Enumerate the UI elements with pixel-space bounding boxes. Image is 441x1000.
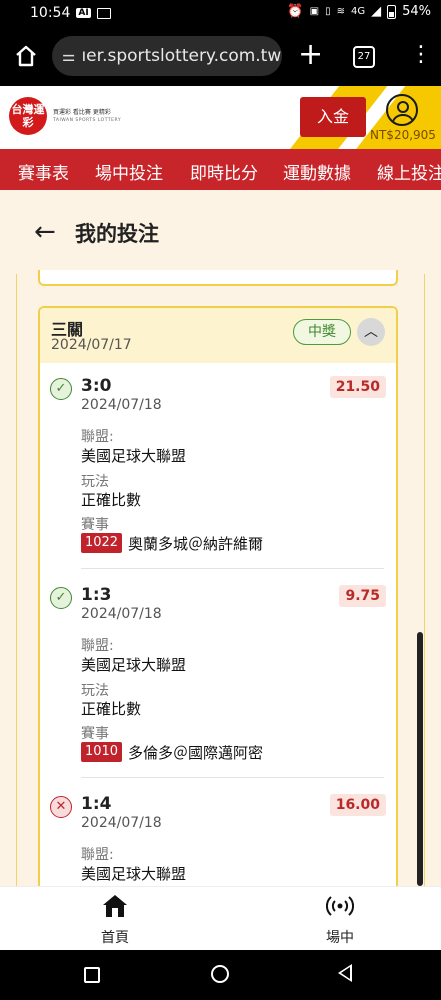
site-header: 台灣運彩 買運彩 看比賽 更精彩 TAIWAN SPORTS LOTTERY 入… [0,86,441,149]
bottom-nav-live-label: 場中 [326,930,354,946]
back-triangle-icon[interactable] [338,964,352,982]
status-bar: 10:54 AI ⏰ ▣ ▯ ≋ 4G ◢ 54% [0,0,441,26]
odds-badge: 16.00 [329,794,386,816]
back-arrow-icon[interactable]: ← [34,219,56,245]
site-logo[interactable]: 台灣運彩 [9,97,47,135]
nav-item-live-betting[interactable]: 場中投注 [95,159,163,184]
league-value: 美國足球大聯盟 [81,865,187,883]
league-value: 美國足球大聯盟 [81,447,187,465]
bet-item: ✓ 1:3 2024/07/18 9.75 聯盟: 美國足球大聯盟 玩法 正確比… [50,583,386,783]
home-icon[interactable] [13,43,39,69]
tab-switcher-button[interactable]: 27 [353,46,375,68]
recents-icon[interactable] [84,967,100,983]
url-text: ıer.sportslottery.com.tw [81,46,282,66]
bottom-nav-live[interactable]: 場中 [300,893,380,947]
clock: 10:54 [30,5,71,21]
broadcast-icon [325,896,355,916]
chevron-up-icon[interactable]: ︿ [357,318,385,346]
bet-score: 1:3 [81,585,112,605]
odds-badge: 9.75 [339,585,386,607]
nav-item-online-betting[interactable]: 線上投注 [377,159,441,184]
league-label: 聯盟: [81,429,114,445]
main-nav: 賽事表 場中投注 即時比分 運動數據 線上投注 [0,149,441,190]
play-value: 正確比數 [81,491,142,509]
previous-ticket-card [38,270,398,286]
outer-panel-border [424,274,425,886]
battery-level: 54% [402,4,431,19]
league-label: 聯盟: [81,847,114,863]
league-value: 美國足球大聯盟 [81,656,187,674]
nav-item-schedule[interactable]: 賽事表 [18,159,69,184]
x-circle-icon: ✕ [50,796,72,818]
event-number-badge: 1010 [81,742,122,762]
account-icon[interactable] [386,94,418,126]
signal-icon: ◢ [371,4,382,19]
logo-slogan: 買運彩 看比賽 更精彩 TAIWAN SPORTS LOTTERY [53,109,122,123]
site-settings-icon[interactable]: ⚌ [62,47,75,65]
page-title: 我的投注 [75,222,159,246]
event-name: 多倫多＠國際邁阿密 [128,744,264,762]
divider [81,568,384,569]
bottom-nav: 首頁 場中 [0,886,441,951]
battery-icon [387,4,397,19]
ticket-date: 2024/07/17 [51,337,132,353]
page-content: ← 我的投注 三關 2024/07/17 中獎 ︿ ✓ 3:0 2024/07/… [0,190,441,886]
ticket-card: 三關 2024/07/17 中獎 ︿ ✓ 3:0 2024/07/18 21.5… [38,306,398,886]
check-circle-icon: ✓ [50,378,72,400]
home-icon [103,895,127,917]
bottom-nav-home[interactable]: 首頁 [75,893,155,947]
event-number-badge: 1022 [81,533,122,553]
vibrate-icon: ▯ [325,6,331,17]
play-value: 正確比數 [81,700,142,718]
home-circle-icon[interactable] [211,965,229,983]
event-label: 賽事 [81,517,109,533]
outer-panel-border [16,274,17,886]
nav-item-sports-data[interactable]: 運動數據 [283,159,351,184]
nav-item-live-scores[interactable]: 即時比分 [190,159,258,184]
bet-item: ✓ 3:0 2024/07/18 21.50 聯盟: 美國足球大聯盟 玩法 正確… [50,374,386,574]
divider [81,777,384,778]
browser-toolbar: ⚌ ıer.sportslottery.com.tw + 27 ⋮ [0,26,441,86]
event-name: 奧蘭多城＠納許維爾 [128,535,264,553]
event-label: 賽事 [81,726,109,742]
scrollbar[interactable] [417,632,423,886]
hotspot-icon: ≋ [336,6,345,17]
network-type: 4G [350,6,366,17]
system-nav-bar [0,950,441,1000]
status-badge: 中獎 [293,319,351,345]
ticket-header[interactable]: 三關 2024/07/17 中獎 ︿ [40,308,396,363]
address-bar[interactable]: ⚌ ıer.sportslottery.com.tw [52,36,282,76]
bet-date: 2024/07/18 [81,606,162,622]
ai-badge-icon: AI [76,8,91,18]
nfc-icon: ▣ [309,6,320,17]
bet-date: 2024/07/18 [81,815,162,831]
bet-score: 3:0 [81,376,112,396]
play-label: 玩法 [81,683,109,699]
league-label: 聯盟: [81,638,114,654]
new-tab-icon[interactable]: + [298,40,323,70]
alarm-icon: ⏰ [287,4,304,19]
more-menu-icon[interactable]: ⋮ [410,40,432,70]
bet-item: ✕ 1:4 2024/07/18 16.00 聯盟: 美國足球大聯盟 [50,792,386,886]
odds-badge: 21.50 [329,376,386,398]
deposit-button[interactable]: 入金 [300,97,366,137]
image-notification-icon [96,7,111,19]
bet-date: 2024/07/18 [81,397,162,413]
play-label: 玩法 [81,474,109,490]
bottom-nav-home-label: 首頁 [101,930,129,946]
account-balance[interactable]: NT$20,905 [370,128,436,142]
bet-score: 1:4 [81,794,112,814]
check-circle-icon: ✓ [50,587,72,609]
